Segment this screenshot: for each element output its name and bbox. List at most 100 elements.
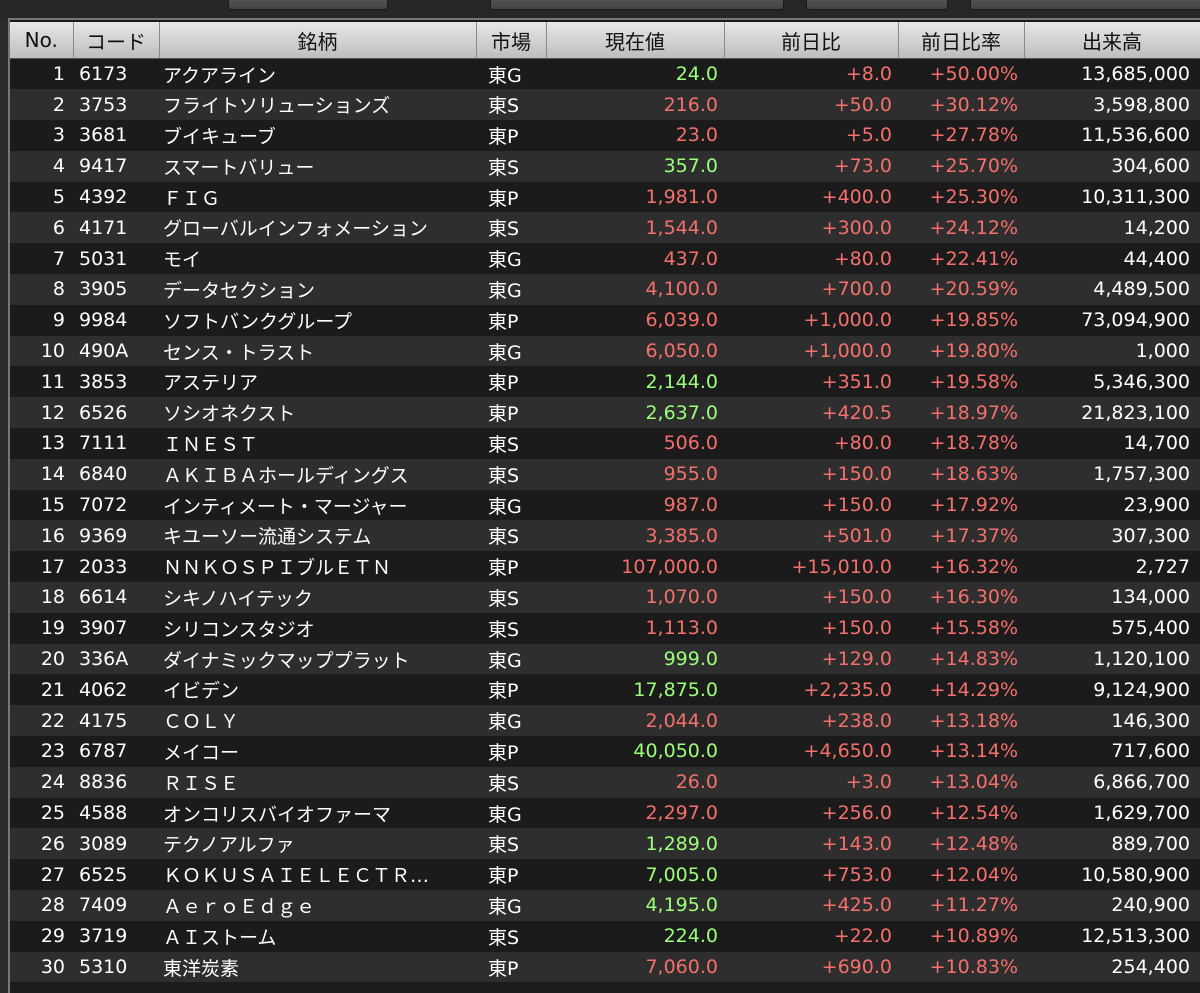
column-header-volume[interactable]: 出来高 — [1024, 22, 1200, 59]
row-market: 東P — [476, 859, 546, 891]
row-change-pct: +25.70% — [898, 150, 1024, 182]
row-change: +15,010.0 — [724, 551, 898, 583]
row-no: 30 — [10, 951, 73, 983]
table-row[interactable]: 27 6525 ＫＯＫＵＳＡＩＥＬＥＣＴＲ… 東P 7,005.0 +753.0 +12.0… — [10, 859, 1200, 891]
row-code: 4171 — [73, 212, 159, 244]
table-row[interactable]: 23 6787 メイコー 東P 40,050.0 +4,650.0 +13.14% 717,6… — [10, 736, 1200, 767]
row-change-pct: +16.30% — [898, 582, 1024, 613]
row-price: 7,005.0 — [546, 859, 724, 891]
table-row[interactable]: 18 6614 シキノハイテック 東S 1,070.0 +150.0 +16.30% 134,… — [10, 582, 1200, 613]
table-row[interactable]: 15 7072 インティメート・マージャー 東G 987.0 +150.0 +17.92% 2… — [10, 489, 1200, 521]
table-row[interactable]: 7 5031 モイ 東G 437.0 +80.0 +22.41% 44,400 — [10, 243, 1200, 275]
row-market: 東S — [476, 828, 546, 860]
row-market: 東S — [476, 150, 546, 182]
row-market: 東P — [476, 551, 546, 583]
table-row[interactable]: 10 490A センス・トラスト 東G 6,050.0 +1,000.0 +19.80% 1,… — [10, 335, 1200, 367]
row-no: 2 — [10, 89, 73, 121]
row-change: +256.0 — [724, 797, 898, 829]
row-price: 999.0 — [546, 643, 724, 675]
row-code: 3681 — [73, 120, 159, 151]
row-market: 東S — [476, 212, 546, 244]
table-row[interactable]: 24 8836 ＲＩＳＥ 東S 26.0 +3.0 +13.04% 6,866,700 — [10, 766, 1200, 798]
table-row[interactable]: 8 3905 データセクション 東G 4,100.0 +700.0 +20.59% 4,489… — [10, 274, 1200, 305]
row-change: +22.0 — [724, 920, 898, 952]
row-change-pct: +13.18% — [898, 705, 1024, 737]
row-no: 17 — [10, 551, 73, 583]
table-row[interactable]: 11 3853 アステリア 東P 2,144.0 +351.0 +19.58% 5,346,3… — [10, 366, 1200, 398]
column-header-market[interactable]: 市場 — [476, 22, 547, 59]
row-change: +351.0 — [724, 366, 898, 398]
table-row[interactable]: 5 4392 ＦＩＧ 東P 1,981.0 +400.0 +25.30% 10,311,300 — [10, 181, 1200, 213]
table-row[interactable]: 12 6526 ソシオネクスト 東P 2,637.0 +420.5 +18.97% 21,82… — [10, 397, 1200, 429]
row-change: +238.0 — [724, 705, 898, 737]
row-market: 東S — [476, 766, 546, 798]
column-header-change-pct[interactable]: 前日比率 — [898, 22, 1025, 59]
column-header-code[interactable]: コード — [73, 22, 160, 59]
row-code: 3089 — [73, 828, 159, 860]
row-change-pct: +13.14% — [898, 736, 1024, 767]
toolbar-button[interactable] — [228, 0, 388, 10]
row-volume: 134,000 — [1024, 582, 1200, 613]
table-row[interactable]: 4 9417 スマートバリュー 東S 357.0 +73.0 +25.70% 304,600 — [10, 150, 1200, 182]
table-header-row: No. コード 銘柄 市場 現在値 前日比 前日比率 出来高 — [10, 22, 1200, 59]
row-change: +150.0 — [724, 489, 898, 521]
column-header-price[interactable]: 現在値 — [546, 22, 725, 59]
row-price: 2,144.0 — [546, 366, 724, 398]
table-row[interactable]: 9 9984 ソフトバンクグループ 東P 6,039.0 +1,000.0 +19.85% 7… — [10, 304, 1200, 336]
row-market: 東G — [476, 335, 546, 367]
row-code: 4062 — [73, 674, 159, 706]
row-code: 3905 — [73, 274, 159, 305]
table-row[interactable]: 16 9369 キユーソー流通システム 東S 3,385.0 +501.0 +17.37% 3… — [10, 520, 1200, 552]
table-row[interactable]: 2 3753 フライトソリューションズ 東S 216.0 +50.0 +30.12% 3,59… — [10, 89, 1200, 121]
table-row[interactable]: 20 336A ダイナミックマッププラット 東G 999.0 +129.0 +14.83% 1… — [10, 643, 1200, 675]
row-no: 22 — [10, 705, 73, 737]
row-code: 9984 — [73, 304, 159, 336]
table-row[interactable]: 26 3089 テクノアルファ 東S 1,289.0 +143.0 +12.48% 889,7… — [10, 828, 1200, 860]
row-change: +400.0 — [724, 181, 898, 213]
table-row[interactable]: 6 4171 グローバルインフォメーション 東S 1,544.0 +300.0 +24.12… — [10, 212, 1200, 244]
row-volume: 254,400 — [1024, 951, 1200, 983]
top-toolbar — [0, 0, 1200, 20]
row-name: ＮＮＫＯＳＰＩブルＥＴＮ — [159, 551, 476, 583]
row-price: 1,113.0 — [546, 612, 724, 644]
row-code: 6840 — [73, 458, 159, 490]
table-row[interactable]: 22 4175 ＣＯＬＹ 東G 2,044.0 +238.0 +13.18% 146,300 — [10, 705, 1200, 737]
row-market: 東P — [476, 181, 546, 213]
table-row[interactable]: 29 3719 ＡＩストーム 東S 224.0 +22.0 +10.89% 12,513,30… — [10, 920, 1200, 952]
table-row[interactable]: 28 7409 ＡｅｒｏＥｄｇｅ 東G 4,195.0 +425.0 +11.27% 240,… — [10, 890, 1200, 921]
table-row[interactable]: 3 3681 ブイキューブ 東P 23.0 +5.0 +27.78% 11,536,600 — [10, 120, 1200, 151]
column-header-name[interactable]: 銘柄 — [159, 22, 477, 59]
row-change: +80.0 — [724, 243, 898, 275]
row-no: 16 — [10, 520, 73, 552]
table-row[interactable]: 17 2033 ＮＮＫＯＳＰＩブルＥＴＮ 東P 107,000.0 +15,010.0 +1… — [10, 551, 1200, 583]
toolbar-button[interactable] — [970, 0, 1200, 10]
row-name: ＩＮＥＳＴ — [159, 428, 476, 459]
row-name: ＲＩＳＥ — [159, 766, 476, 798]
row-change-pct: +14.29% — [898, 674, 1024, 706]
row-name: メイコー — [159, 736, 476, 767]
row-code: 336A — [73, 643, 159, 675]
row-name: 東洋炭素 — [159, 951, 476, 983]
table-row[interactable]: 19 3907 シリコンスタジオ 東S 1,113.0 +150.0 +15.58% 575,… — [10, 612, 1200, 644]
row-code: 2033 — [73, 551, 159, 583]
toolbar-button[interactable] — [490, 0, 784, 10]
row-volume: 5,346,300 — [1024, 366, 1200, 398]
table-row[interactable]: 25 4588 オンコリスバイオファーマ 東G 2,297.0 +256.0 +12.54%… — [10, 797, 1200, 829]
table-row[interactable]: 1 6173 アクアライン 東G 24.0 +8.0 +50.00% 13,685,000 — [10, 58, 1200, 90]
table-row[interactable]: 21 4062 イビデン 東P 17,875.0 +2,235.0 +14.29% 9,124… — [10, 674, 1200, 706]
row-code: 7072 — [73, 489, 159, 521]
row-name: ＡＩストーム — [159, 920, 476, 952]
table-row[interactable]: 30 5310 東洋炭素 東P 7,060.0 +690.0 +10.83% 254,400 — [10, 951, 1200, 983]
column-header-change[interactable]: 前日比 — [724, 22, 899, 59]
row-code: 5031 — [73, 243, 159, 275]
row-no: 14 — [10, 458, 73, 490]
row-volume: 6,866,700 — [1024, 766, 1200, 798]
table-row[interactable]: 14 6840 ＡＫＩＢＡホールディングス 東S 955.0 +150.0 +18.63% 1… — [10, 458, 1200, 490]
column-header-no[interactable]: No. — [10, 22, 74, 59]
row-no: 12 — [10, 397, 73, 429]
row-change: +753.0 — [724, 859, 898, 891]
table-row[interactable]: 13 7111 ＩＮＥＳＴ 東S 506.0 +80.0 +18.78% 14,700 — [10, 428, 1200, 459]
row-code: 4392 — [73, 181, 159, 213]
row-change-pct: +19.85% — [898, 304, 1024, 336]
toolbar-button[interactable] — [806, 0, 948, 10]
